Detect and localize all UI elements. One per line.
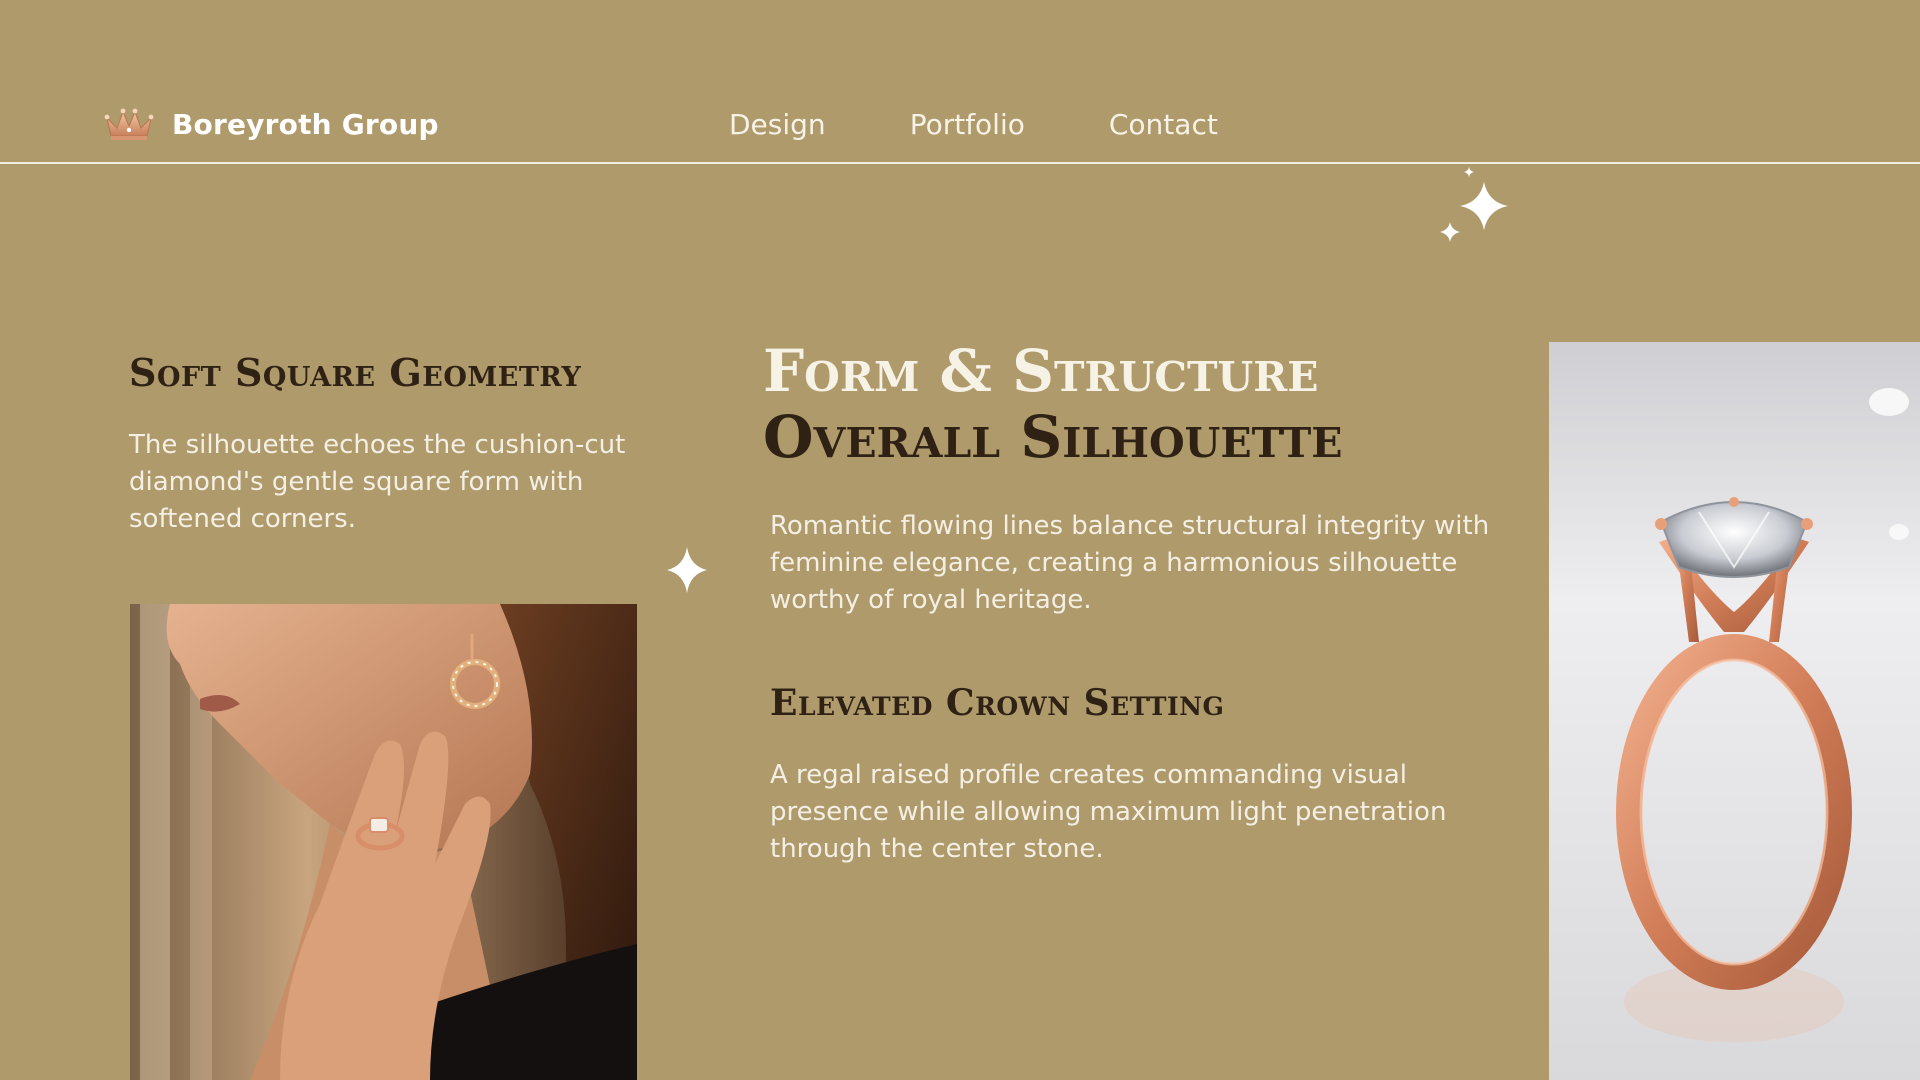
nav-item-portfolio[interactable]: Portfolio	[910, 108, 1025, 141]
ring-photo	[1549, 342, 1920, 1080]
site-header: Boreyroth Group Design Portfolio Contact	[0, 0, 1920, 164]
page-title: Form & Structure Overall Silhouette	[763, 338, 1523, 470]
nav-item-contact[interactable]: Contact	[1109, 108, 1218, 141]
brand-name: Boreyroth Group	[172, 107, 439, 141]
soft-square-geometry-description: The silhouette echoes the cushion-cut di…	[129, 430, 626, 534]
crown-icon	[104, 108, 154, 140]
sparkle-icon	[667, 547, 707, 593]
page-title-line2: Overall Silhouette	[763, 403, 1343, 471]
elevated-crown-setting-description: A regal raised profile creates commandin…	[770, 760, 1447, 864]
main-nav: Design Portfolio Contact	[729, 104, 1302, 144]
main-description: Romantic flowing lines balance structura…	[770, 511, 1490, 615]
page-title-line1: Form & Structure	[763, 337, 1319, 405]
sparkle-cluster-icon	[1440, 167, 1508, 242]
nav-item-design[interactable]: Design	[729, 108, 826, 141]
soft-square-geometry-heading: Soft Square Geometry	[129, 350, 582, 395]
model-photo	[130, 604, 637, 1080]
elevated-crown-setting-heading: Elevated Crown Setting	[770, 682, 1225, 724]
brand[interactable]: Boreyroth Group	[103, 104, 439, 144]
